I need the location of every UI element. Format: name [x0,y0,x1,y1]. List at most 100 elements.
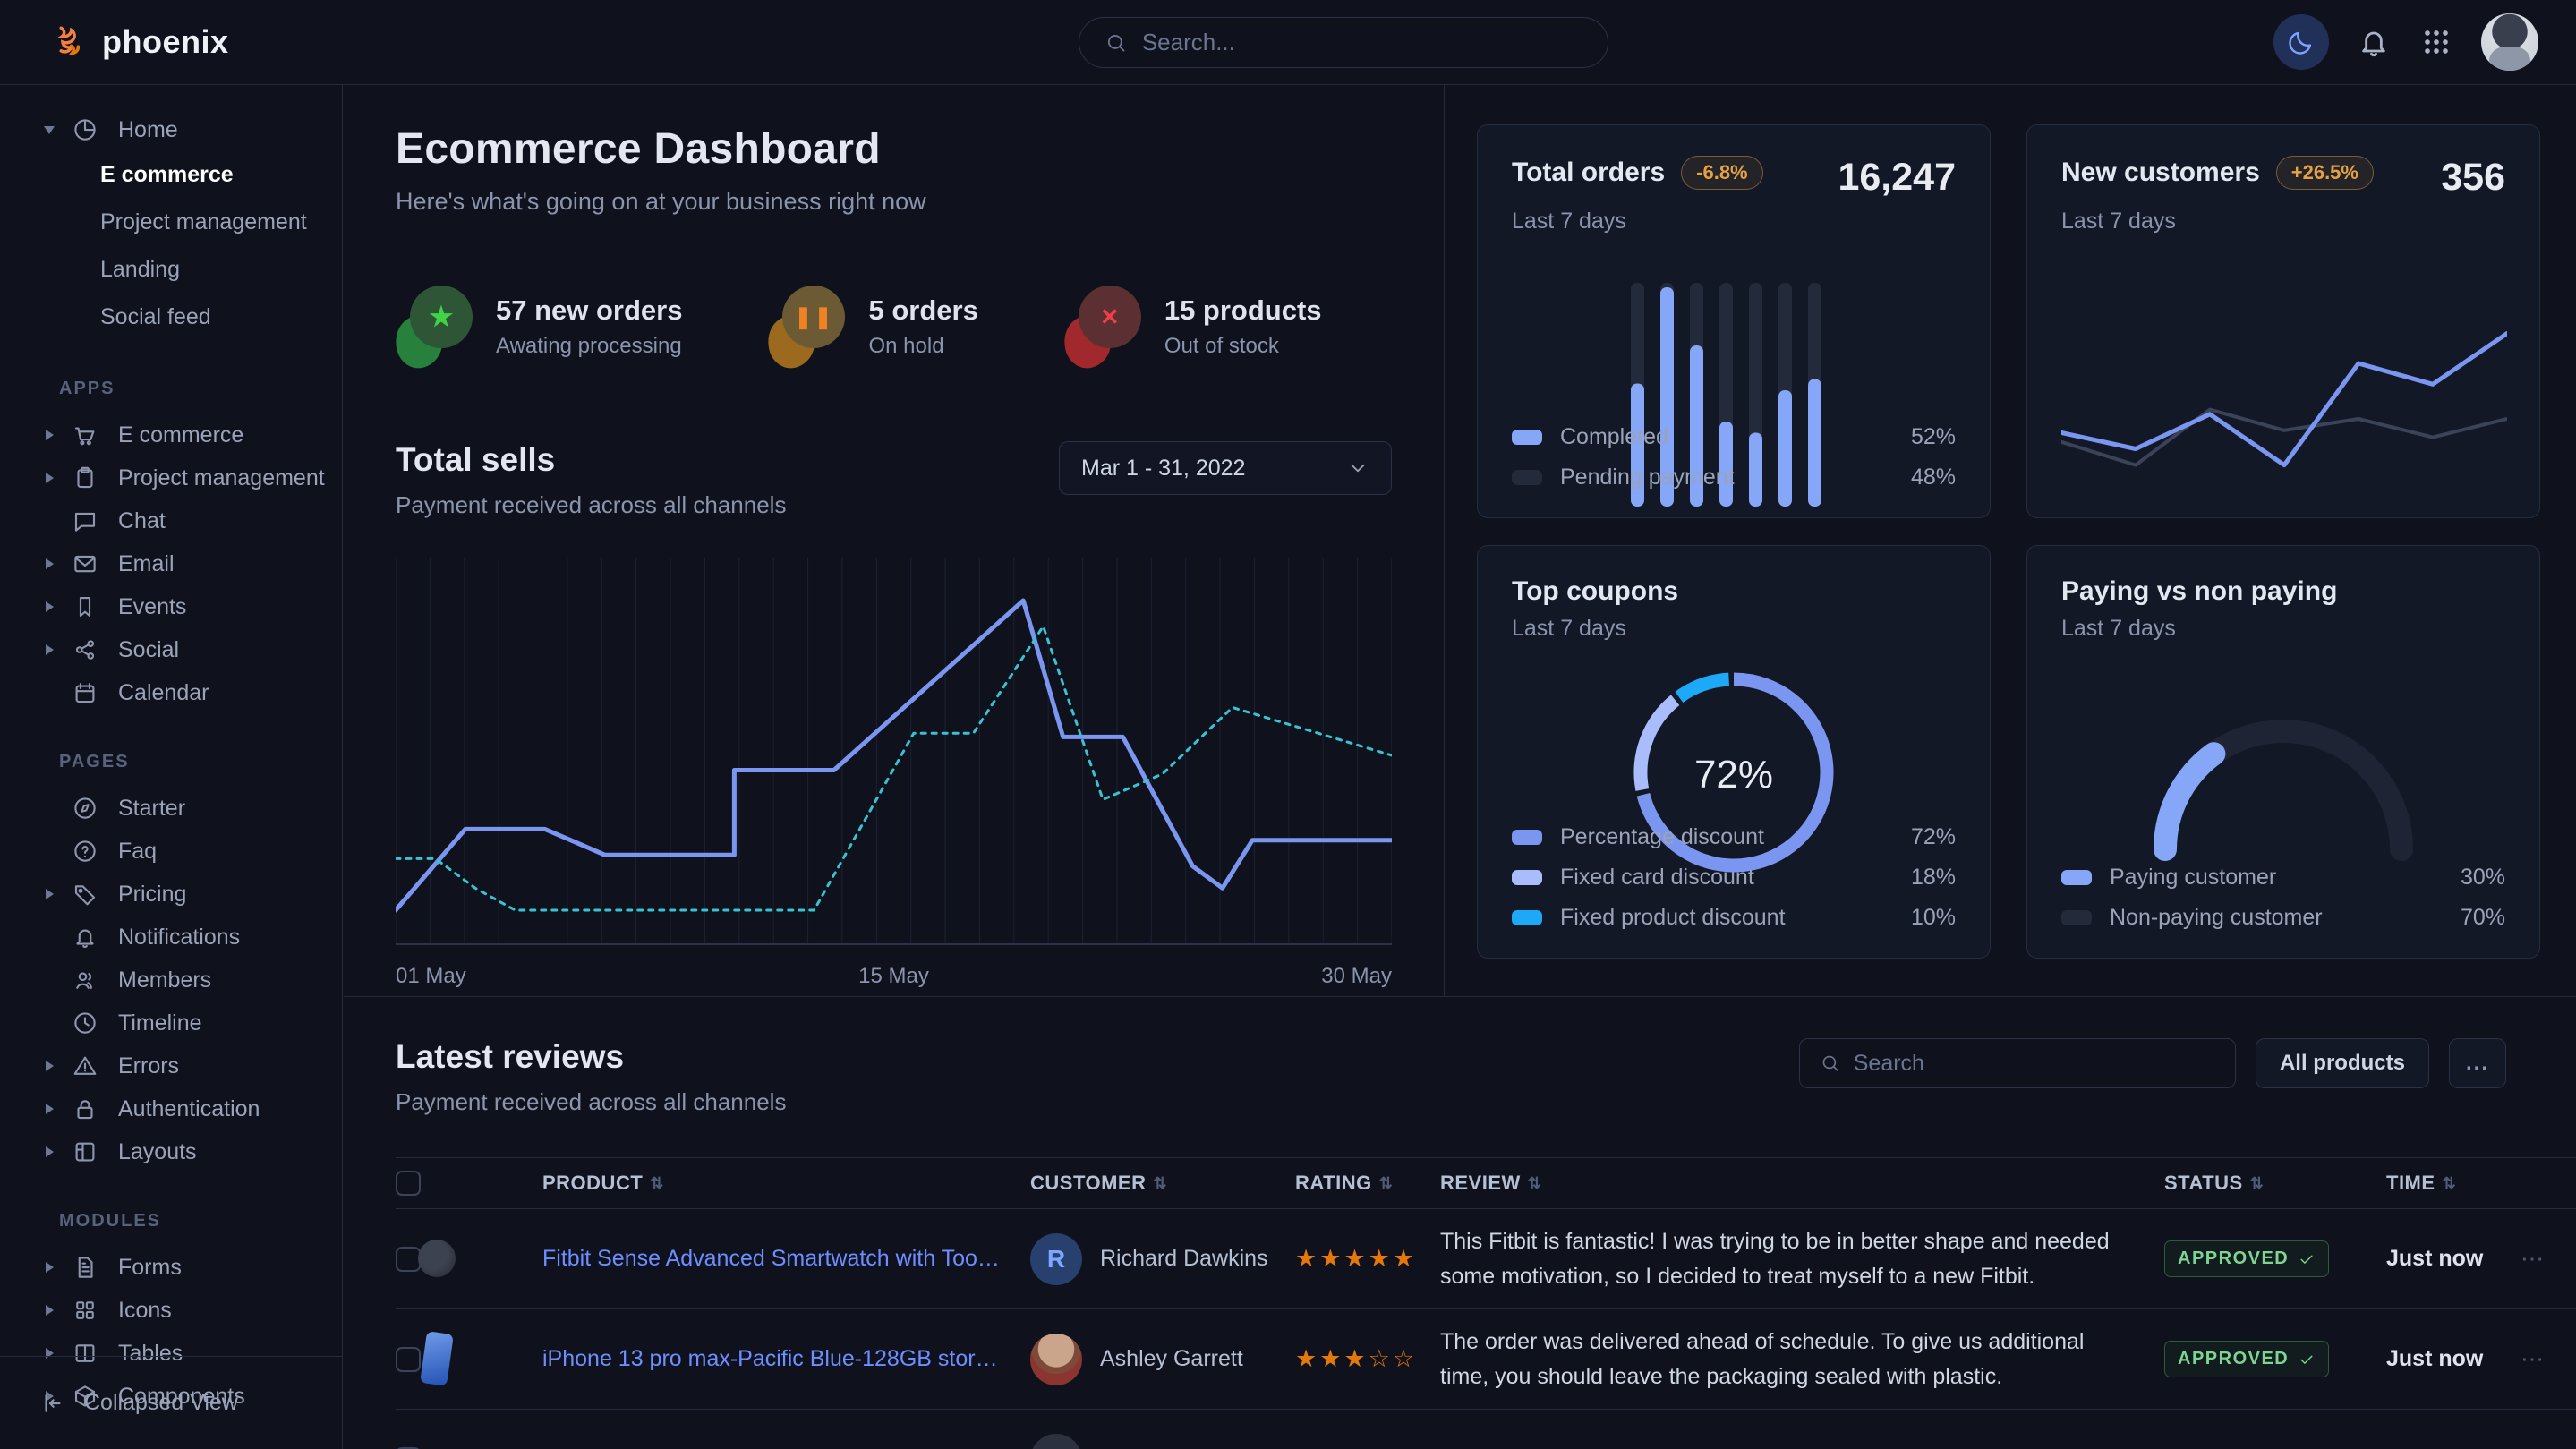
select-all-checkbox[interactable] [396,1171,421,1196]
row-menu-button[interactable]: ⋯ [2521,1345,2575,1373]
caret-right-icon [46,1262,54,1273]
sidebar-item-icon [72,881,98,908]
apps-menu-button[interactable] [2418,24,2454,60]
sidebar-item[interactable]: Events [0,585,342,628]
sidebar-section-heading: MODULES [59,1211,342,1232]
sidebar-item[interactable]: Errors [0,1044,342,1087]
collapse-sidebar-button[interactable]: Collapsed View [0,1356,342,1449]
top-navbar: phoenix [0,0,2576,85]
brand-name: phoenix [102,23,229,61]
date-range-value: Mar 1 - 31, 2022 [1081,456,1245,482]
legend-label: Pending payment [1560,465,1735,490]
customer-avatar: R [1030,1233,1082,1285]
search-icon [1105,30,1128,55]
caret-right-icon [46,1104,54,1114]
total-sells-subtitle: Payment received across all channels [396,491,786,519]
sidebar-item[interactable]: Starter [0,787,342,830]
date-range-select[interactable]: Mar 1 - 31, 2022 [1059,441,1392,495]
legend-swatch [1512,830,1542,845]
caret-right-icon [46,601,54,612]
reviews-table-body: Fitbit Sense Advanced Smartwatch with To… [396,1209,2576,1410]
sidebar-subitem[interactable]: Project management [0,199,342,246]
card-subtitle: Last 7 days [2061,209,2505,234]
column-header-rating[interactable]: RATING⇅ [1295,1172,1440,1195]
product-thumbnail[interactable] [436,1351,438,1368]
review-time: Just now [2386,1246,2521,1272]
x-tick: 01 May [396,964,466,989]
sidebar: Home E commerce Project management Landi… [0,85,343,1449]
sidebar-item[interactable]: Faq [0,830,342,873]
sidebar-item[interactable]: E commerce [0,413,342,456]
customer-name: Richard Dawkins [1100,1246,1268,1272]
sidebar-item[interactable]: Pricing [0,873,342,916]
sidebar-item-icon [72,593,98,620]
global-search[interactable] [1079,17,1608,68]
sidebar-item[interactable]: Chat [0,499,342,542]
sidebar-item[interactable]: Email [0,542,342,585]
column-header-customer[interactable]: CUSTOMER⇅ [1030,1172,1295,1195]
sidebar-item-icon [72,967,98,993]
product-thumbnail[interactable] [436,1250,438,1267]
legend-label: Fixed card discount [1560,865,1754,891]
sidebar-item[interactable]: Members [0,959,342,1002]
customer-avatar [1030,1434,1082,1449]
reviews-search[interactable] [1799,1038,2236,1088]
column-header-review[interactable]: REVIEW⇅ [1440,1172,2164,1195]
collapse-icon [39,1390,66,1417]
card-subtitle: Last 7 days [2061,616,2505,642]
sidebar-item[interactable]: Icons [0,1289,342,1332]
sidebar-item-home[interactable]: Home [0,108,342,151]
sidebar-item[interactable]: Timeline [0,1002,342,1044]
product-link[interactable]: iPhone 13 pro max-Pacific Blue-128GB sto… [542,1346,1030,1372]
caret-right-icon [46,473,54,483]
latest-reviews-section: Latest reviews Payment received across a… [344,996,2576,1449]
column-header-time[interactable]: TIME⇅ [2386,1172,2521,1195]
column-header-product[interactable]: PRODUCT⇅ [542,1172,1030,1195]
customer-cell[interactable]: R Richard Dawkins [1030,1233,1295,1285]
row-checkbox[interactable] [396,1247,421,1272]
customer-avatar [1030,1334,1082,1385]
sidebar-subitem[interactable]: Landing [0,246,342,294]
new-customers-card: New customers +26.5% 356 Last 7 days 01 … [2026,124,2540,518]
sidebar-item[interactable]: Authentication [0,1087,342,1130]
sidebar-item-label: Home [118,117,178,143]
all-products-button[interactable]: All products [2256,1038,2429,1088]
sidebar-item-label: Forms [118,1255,182,1281]
sidebar-item[interactable]: Calendar [0,671,342,714]
sidebar-item[interactable]: Forms [0,1246,342,1289]
sidebar-item[interactable]: Layouts [0,1130,342,1173]
sidebar-section-heading: PAGES [59,752,342,772]
theme-toggle-button[interactable] [2273,14,2329,70]
status-badge: APPROVED [2164,1341,2329,1377]
sidebar-item-icon [72,550,98,577]
global-search-input[interactable] [1142,29,1582,56]
sidebar-subitem[interactable]: E commerce [0,151,342,199]
sidebar-item-icon [72,1138,98,1165]
more-options-button[interactable]: ... [2449,1038,2506,1088]
product-link[interactable]: Fitbit Sense Advanced Smartwatch with To… [542,1246,1030,1272]
legend-value: 48% [1911,465,1956,490]
legend-value: 18% [1911,865,1956,891]
sidebar-item[interactable]: Social [0,628,342,671]
stat-item: ★ 57 new orders Awating processing [396,286,682,368]
legend-label: Paying customer [2110,865,2276,891]
reviews-search-input[interactable] [1854,1051,2215,1077]
stat-glyph: ★ [410,286,473,348]
stat-value: 5 orders [868,294,977,327]
legend-label: Percentage discount [1560,824,1764,850]
customers-line-chart [2061,270,2505,515]
column-header-status[interactable]: STATUS⇅ [2164,1172,2386,1195]
customer-cell[interactable]: Ashley Garrett [1030,1334,1295,1385]
sidebar-item[interactable]: Project management [0,456,342,499]
total-orders-card: Total orders -6.8% 16,247 Last 7 days Co… [1477,124,1991,518]
review-text: This Fitbit is fantastic! I was trying t… [1440,1224,2164,1294]
row-menu-button[interactable]: ⋯ [2521,1245,2575,1273]
notifications-button[interactable] [2356,24,2392,60]
sidebar-item[interactable]: Notifications [0,916,342,959]
card-subtitle: Last 7 days [1512,209,1956,234]
user-avatar[interactable] [2481,13,2538,71]
sidebar-item-label: E commerce [118,422,243,448]
row-checkbox[interactable] [396,1347,421,1372]
sidebar-subitem[interactable]: Social feed [0,294,342,341]
brand-logo[interactable]: phoenix [0,23,343,61]
